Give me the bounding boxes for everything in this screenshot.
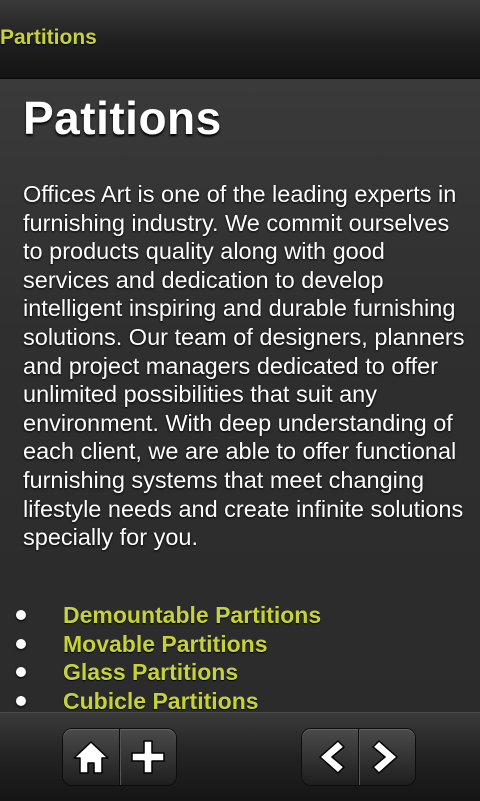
next-button[interactable]: [358, 729, 415, 785]
bullet-icon: [16, 638, 26, 649]
chevron-right-icon: [372, 740, 398, 774]
home-icon: [73, 741, 109, 774]
plus-icon: [131, 740, 165, 774]
link-glass-partitions[interactable]: Glass Partitions: [63, 658, 238, 687]
link-cubicle-partitions[interactable]: Cubicle Partitions: [63, 687, 259, 712]
chevron-left-icon: [319, 740, 345, 774]
bullet-icon: [16, 667, 26, 678]
bottom-toolbar: [0, 712, 480, 801]
bullet-icon: [16, 696, 26, 707]
page-title: Patitions: [23, 92, 222, 144]
add-button[interactable]: [119, 729, 176, 785]
description-text: Offices Art is one of the leading expert…: [23, 181, 465, 551]
main-content[interactable]: Patitions Offices Art is one of the lead…: [0, 79, 480, 712]
previous-button[interactable]: [302, 729, 358, 785]
left-button-group: [63, 729, 176, 785]
link-demountable-partitions[interactable]: Demountable Partitions: [63, 601, 321, 630]
app-bar-title: Partitions: [0, 26, 97, 49]
link-movable-partitions[interactable]: Movable Partitions: [63, 630, 267, 659]
right-button-group: [302, 729, 415, 785]
top-app-bar: Partitions: [0, 0, 480, 79]
bullet-icon: [16, 610, 26, 620]
home-button[interactable]: [63, 729, 119, 785]
